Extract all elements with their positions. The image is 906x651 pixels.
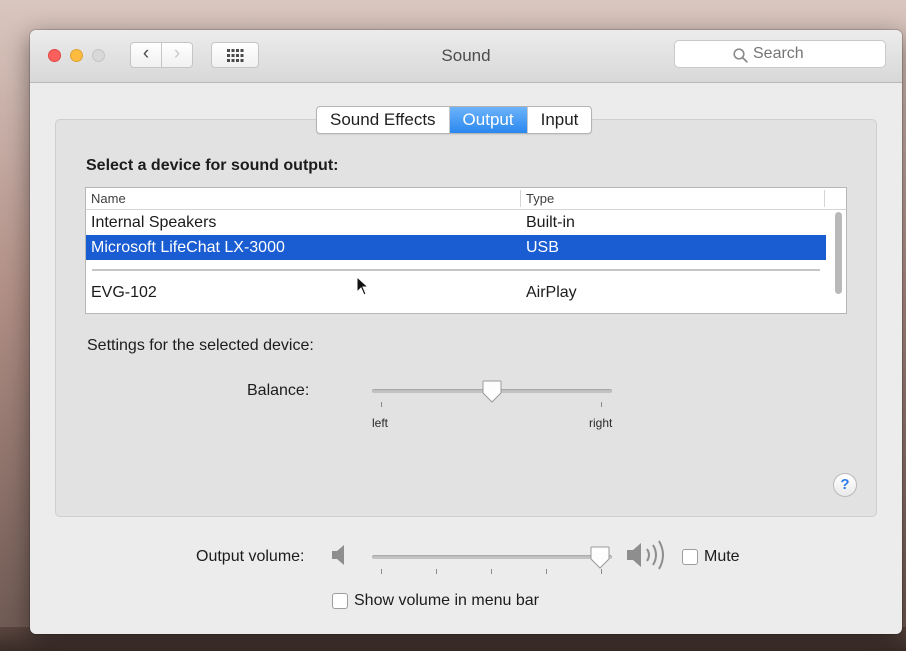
device-settings-heading: Settings for the selected device: xyxy=(87,337,314,354)
column-divider xyxy=(824,190,825,207)
mute-checkbox[interactable] xyxy=(682,549,698,565)
output-panel xyxy=(55,119,877,517)
device-table[interactable]: Name Type Internal Speakers Built-in Mic… xyxy=(85,187,847,314)
sound-preferences-window: ‹ › Sound Sound Effects Output Input Se xyxy=(30,30,902,634)
table-header: Name Type xyxy=(86,188,846,210)
device-name: EVG-102 xyxy=(91,284,157,301)
volume-tick xyxy=(381,569,382,574)
speaker-high-icon xyxy=(627,540,664,570)
device-type: Built-in xyxy=(526,214,575,231)
balance-slider-knob[interactable] xyxy=(481,380,503,404)
volume-slider-knob[interactable] xyxy=(589,546,611,570)
row-separator xyxy=(92,269,820,271)
tab-output[interactable]: Output xyxy=(449,107,528,133)
balance-right-label: right xyxy=(589,416,613,430)
volume-tick xyxy=(491,569,492,574)
device-type: USB xyxy=(526,239,559,256)
balance-left-label: left xyxy=(372,416,389,430)
balance-tick-right xyxy=(601,402,602,407)
volume-tick xyxy=(601,569,602,574)
device-name: Internal Speakers xyxy=(91,214,217,231)
search-field[interactable] xyxy=(674,40,886,68)
show-volume-label[interactable]: Show volume in menu bar xyxy=(354,592,539,610)
tab-bar: Sound Effects Output Input xyxy=(316,106,593,134)
volume-slider-track[interactable] xyxy=(372,555,612,559)
column-header-name[interactable]: Name xyxy=(91,191,126,206)
show-volume-checkbox[interactable] xyxy=(332,593,348,609)
balance-tick-left xyxy=(381,402,382,407)
device-type: AirPlay xyxy=(526,284,577,301)
search-icon xyxy=(733,48,748,63)
mute-label[interactable]: Mute xyxy=(704,548,740,566)
tab-input[interactable]: Input xyxy=(528,107,592,133)
volume-tick xyxy=(436,569,437,574)
volume-tick xyxy=(546,569,547,574)
output-volume-label: Output volume: xyxy=(196,548,305,565)
table-row[interactable]: Internal Speakers Built-in xyxy=(86,210,826,235)
column-divider xyxy=(520,190,521,207)
title-bar: ‹ › Sound xyxy=(30,30,902,83)
device-list-heading: Select a device for sound output: xyxy=(86,157,339,174)
device-name: Microsoft LifeChat LX-3000 xyxy=(91,239,285,256)
table-row-selected[interactable]: Microsoft LifeChat LX-3000 USB xyxy=(86,235,826,260)
balance-label: Balance: xyxy=(247,382,310,399)
tab-sound-effects[interactable]: Sound Effects xyxy=(317,107,450,133)
speaker-low-icon xyxy=(332,545,344,565)
table-row[interactable]: EVG-102 AirPlay xyxy=(86,280,826,305)
column-header-type[interactable]: Type xyxy=(526,191,554,206)
table-scrollbar[interactable] xyxy=(835,212,842,294)
mouse-pointer-icon xyxy=(356,276,370,296)
help-button[interactable]: ? xyxy=(833,473,857,497)
